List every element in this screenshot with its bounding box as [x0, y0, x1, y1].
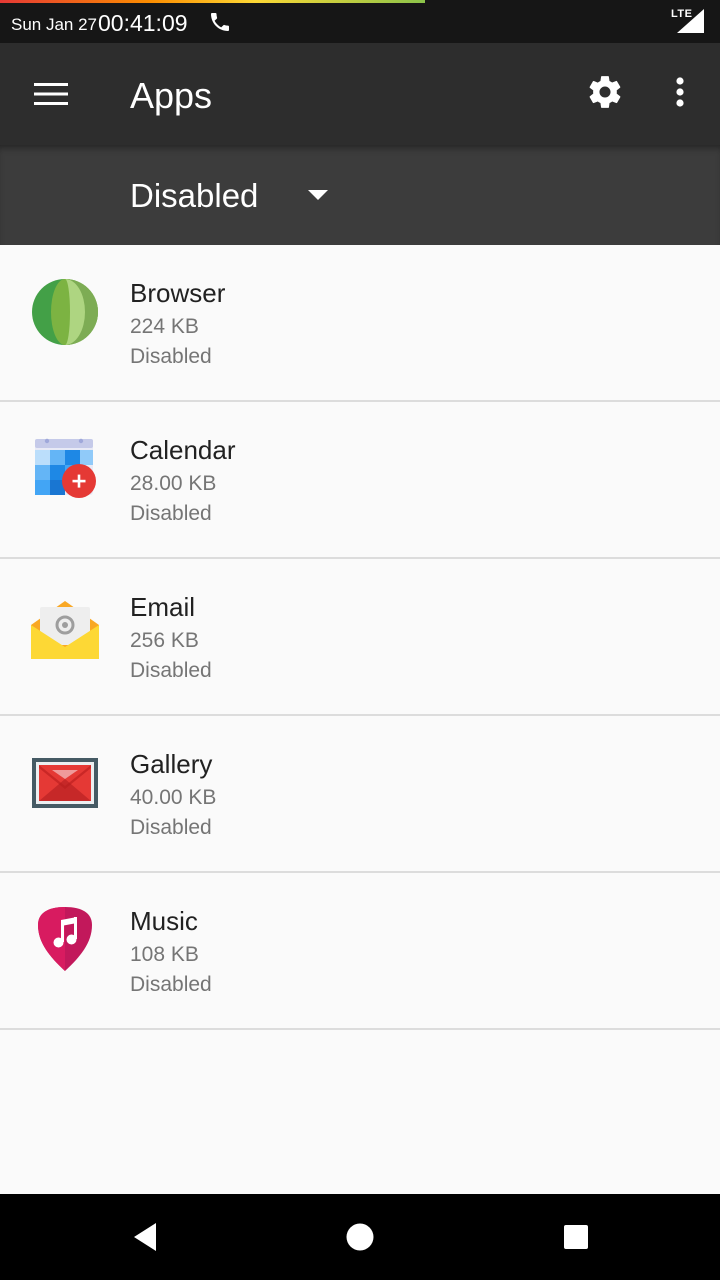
page-title: Apps	[130, 75, 213, 116]
app-bar: Apps	[0, 43, 720, 145]
app-size: 108 KB	[130, 943, 199, 966]
email-icon	[31, 601, 99, 659]
app-row-music[interactable]: Music 108 KB Disabled	[0, 873, 720, 1030]
app-status: Disabled	[130, 502, 212, 525]
back-icon	[134, 1223, 156, 1251]
app-row-email[interactable]: Email 256 KB Disabled	[0, 559, 720, 716]
app-row-calendar[interactable]: Calendar 28.00 KB Disabled	[0, 402, 720, 559]
app-size: 40.00 KB	[130, 786, 217, 809]
gear-icon	[589, 76, 621, 108]
app-size: 224 KB	[130, 315, 199, 338]
more-vert-icon	[676, 77, 684, 107]
status-accent-line	[0, 0, 425, 3]
app-name: Gallery	[130, 749, 213, 779]
recents-icon	[564, 1225, 588, 1249]
calendar-icon	[35, 438, 96, 498]
status-date: Sun Jan 27	[11, 15, 98, 34]
app-list: Browser 224 KB Disabled Calendar 28.00 K…	[0, 245, 720, 1030]
navigation-bar	[0, 1194, 720, 1280]
browser-icon	[32, 279, 98, 345]
back-button[interactable]	[120, 1212, 170, 1262]
status-bar: Sun Jan 27 00:41:09 LTE	[0, 0, 720, 43]
filter-bar: Disabled	[0, 145, 720, 245]
app-status: Disabled	[130, 345, 212, 368]
app-status: Disabled	[130, 659, 212, 682]
app-name: Music	[130, 906, 198, 936]
app-row-gallery[interactable]: Gallery 40.00 KB Disabled	[0, 716, 720, 873]
music-icon	[38, 907, 92, 971]
app-status: Disabled	[130, 973, 212, 996]
recents-button[interactable]	[551, 1212, 601, 1262]
signal-icon	[677, 9, 704, 33]
home-button[interactable]	[335, 1212, 385, 1262]
app-size: 256 KB	[130, 629, 199, 652]
filter-dropdown[interactable]: Disabled	[120, 163, 350, 227]
app-name: Browser	[130, 278, 226, 308]
app-size: 28.00 KB	[130, 472, 217, 495]
app-name: Email	[130, 592, 196, 622]
gallery-icon	[32, 758, 98, 808]
dropdown-arrow-icon	[308, 190, 328, 200]
settings-button[interactable]	[580, 67, 630, 117]
more-options-button[interactable]	[656, 67, 704, 117]
home-icon	[346, 1223, 374, 1251]
menu-button[interactable]	[22, 70, 80, 118]
app-name: Calendar	[130, 435, 236, 465]
filter-selected-label: Disabled	[130, 177, 259, 214]
app-status: Disabled	[130, 816, 212, 839]
app-row-browser[interactable]: Browser 224 KB Disabled	[0, 245, 720, 402]
status-time: 00:41:09	[98, 10, 188, 36]
phone-call-icon	[211, 13, 229, 31]
menu-icon	[34, 83, 68, 105]
